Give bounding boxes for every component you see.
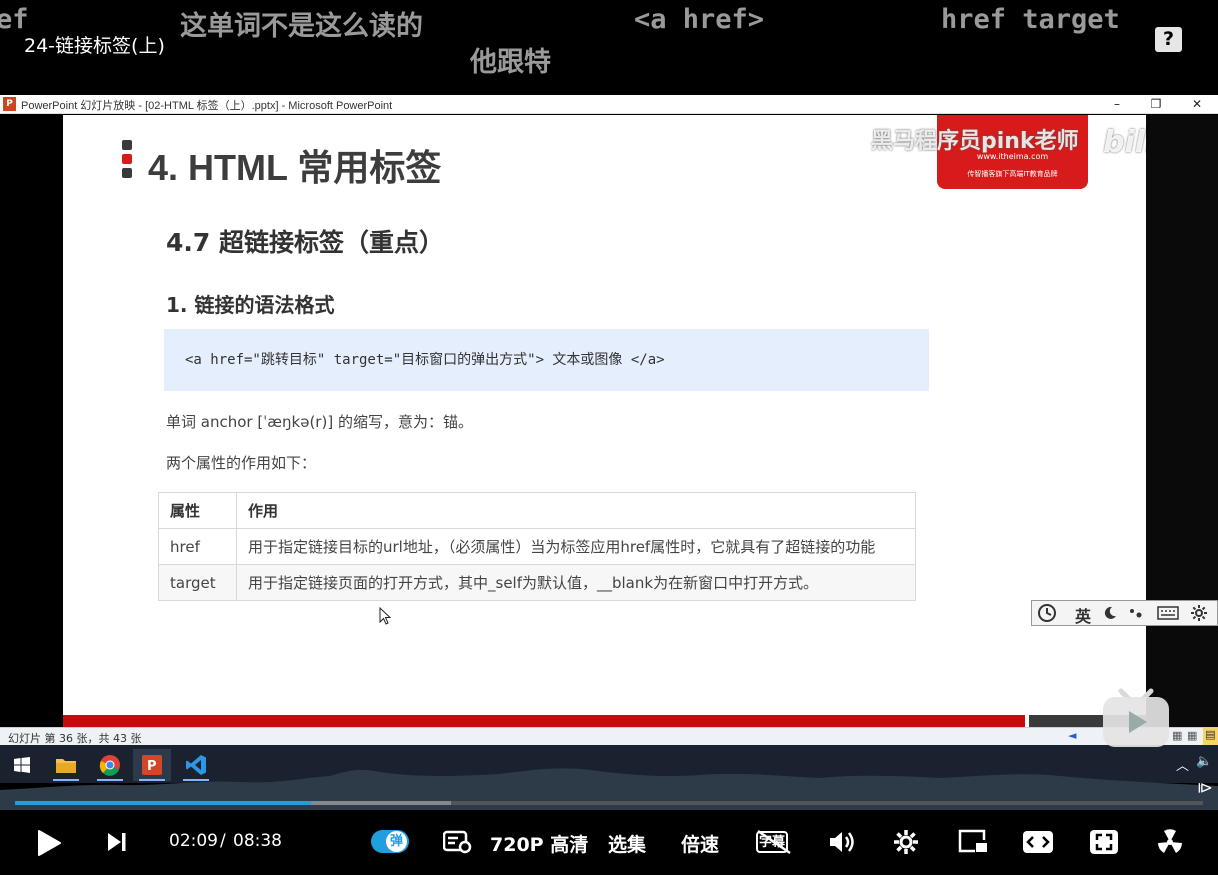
progress-played xyxy=(15,801,311,805)
code-line: <a href="跳转目标" target="目标窗口的弹出方式"> 文本或图像… xyxy=(185,352,665,368)
powerpoint-titlebar: P PowerPoint 幻灯片放映 - [02-HTML 标签（上）.pptx… xyxy=(0,95,1218,114)
table-header-row: 属性 作用 xyxy=(158,492,916,529)
slide: 4. HTML 常用标签 www.itheima.com 传智播客旗下高端IT教… xyxy=(63,115,1146,727)
attributes-table: 属性 作用 href 用于指定链接目标的url地址，（必须属性）当为标签应用hr… xyxy=(158,492,916,601)
player-control-bar: 02:09 / 08:38 弹 720P 高清 选集 倍速 字幕 xyxy=(0,810,1218,875)
danmaku-comment: href target xyxy=(941,4,1120,35)
slide-count: 幻灯片 第 36 张，共 43 张 xyxy=(8,732,142,745)
total-time: 08:38 xyxy=(233,831,282,851)
bilibili-tv-mascot-icon[interactable] xyxy=(1101,681,1171,749)
sorter-view-icon[interactable]: ▦ xyxy=(1187,729,1197,742)
danmaku-comment: 这单词不是这么读的 xyxy=(180,11,423,42)
quality-selector[interactable]: 720P 高清 xyxy=(490,830,588,857)
table-row: target 用于指定链接页面的打开方式，其中_self为默认值，__blank… xyxy=(158,564,916,601)
restore-button[interactable]: ❐ xyxy=(1139,95,1173,114)
help-button[interactable]: ? xyxy=(1155,27,1182,52)
uploader-watermark: 黑马程序员pink老师 xyxy=(871,129,1079,154)
heading-bullet-icon xyxy=(122,168,132,178)
clock-icon[interactable] xyxy=(1036,603,1058,623)
attributes-intro: 两个属性的作用如下： xyxy=(166,454,317,472)
table-cell: href xyxy=(158,528,237,565)
picture-in-picture-icon[interactable] xyxy=(958,829,988,855)
table-header-cell: 作用 xyxy=(236,492,916,529)
fullscreen-icon[interactable] xyxy=(1089,829,1119,855)
table-row: href 用于指定链接目标的url地址，（必须属性）当为标签应用href属性时，… xyxy=(158,528,916,565)
mouse-cursor-icon xyxy=(379,607,392,625)
right-black-pane xyxy=(1146,115,1218,727)
bilibili-logo: bilibili xyxy=(1103,125,1146,160)
powerpoint-status-bar: 幻灯片 第 36 张，共 43 张 ◄ ▦ ▦ ▤ xyxy=(0,727,1218,745)
table-header-cell: 属性 xyxy=(158,492,237,529)
time-separator: / xyxy=(220,831,226,851)
radiation-icon[interactable] xyxy=(1155,827,1185,857)
current-time: 02:09 xyxy=(169,831,218,851)
sub-heading: 4.7 超链接标签（重点） xyxy=(166,228,444,257)
danmaku-comment: 他跟特 xyxy=(470,47,551,78)
punct-icon[interactable] xyxy=(1128,605,1144,621)
section-heading: 1. 链接的语法格式 xyxy=(166,293,335,317)
anchor-explanation: 单词 anchor [ˈæŋkə(r)] 的缩写，意为：锚。 xyxy=(166,413,473,431)
table-cell: 用于指定链接页面的打开方式，其中_self为默认值，__blank为在新窗口中打… xyxy=(236,564,916,601)
slide-heading: 4. HTML 常用标签 xyxy=(148,147,442,188)
ime-language-toggle[interactable]: 英 xyxy=(1075,603,1091,627)
normal-view-icon[interactable]: ▦ xyxy=(1172,729,1182,742)
danmaku-comment: <a href> xyxy=(634,4,765,35)
logo-slogan: 传智播客旗下高端IT教育品牌 xyxy=(967,170,1058,178)
episodes-button[interactable]: 选集 xyxy=(608,830,646,857)
player-top-bar: ef 这单词不是这么读的 <a href> href target 他跟特 24… xyxy=(0,0,1218,95)
code-block: <a href="跳转目标" target="目标窗口的弹出方式"> 文本或图像… xyxy=(164,329,929,391)
close-button[interactable]: ✕ xyxy=(1180,95,1214,114)
settings-gear-icon[interactable] xyxy=(892,828,920,856)
subtitle-button[interactable]: 字幕 xyxy=(756,829,792,855)
progress-handle-icon[interactable]: ⧐ xyxy=(1197,778,1213,797)
danmaku-toggle-label: 弹 xyxy=(386,831,407,852)
minimize-button[interactable]: – xyxy=(1100,95,1134,114)
next-episode-icon[interactable] xyxy=(106,832,128,852)
table-cell: target xyxy=(158,564,237,601)
moon-icon[interactable] xyxy=(1102,605,1118,621)
powerpoint-app-icon: P xyxy=(3,97,16,111)
heading-bullet-icon xyxy=(122,140,132,150)
slide-footer-bar xyxy=(63,715,1025,727)
ime-toolbar: 英 xyxy=(1031,600,1218,626)
speed-button[interactable]: 倍速 xyxy=(681,830,719,857)
danmaku-settings-icon[interactable] xyxy=(443,830,473,854)
language-icon[interactable]: ◄ xyxy=(1068,729,1076,742)
video-title: 24-链接标签(上) xyxy=(24,35,165,57)
table-cell: 用于指定链接目标的url地址，（必须属性）当为标签应用href属性时，它就具有了… xyxy=(236,528,916,565)
keyboard-icon[interactable] xyxy=(1157,605,1179,621)
heading-bullet-icon xyxy=(122,154,132,164)
play-icon[interactable] xyxy=(36,829,62,857)
danmaku-toggle[interactable]: 弹 xyxy=(371,830,409,853)
subtitle-off-slash-icon xyxy=(757,829,791,855)
gear-icon[interactable] xyxy=(1190,604,1208,622)
widescreen-icon[interactable] xyxy=(1022,829,1054,855)
volume-icon[interactable] xyxy=(828,829,856,855)
reading-view-icon[interactable]: ▤ xyxy=(1203,728,1218,745)
powerpoint-window-title: PowerPoint 幻灯片放映 - [02-HTML 标签（上）.pptx] … xyxy=(21,100,393,112)
